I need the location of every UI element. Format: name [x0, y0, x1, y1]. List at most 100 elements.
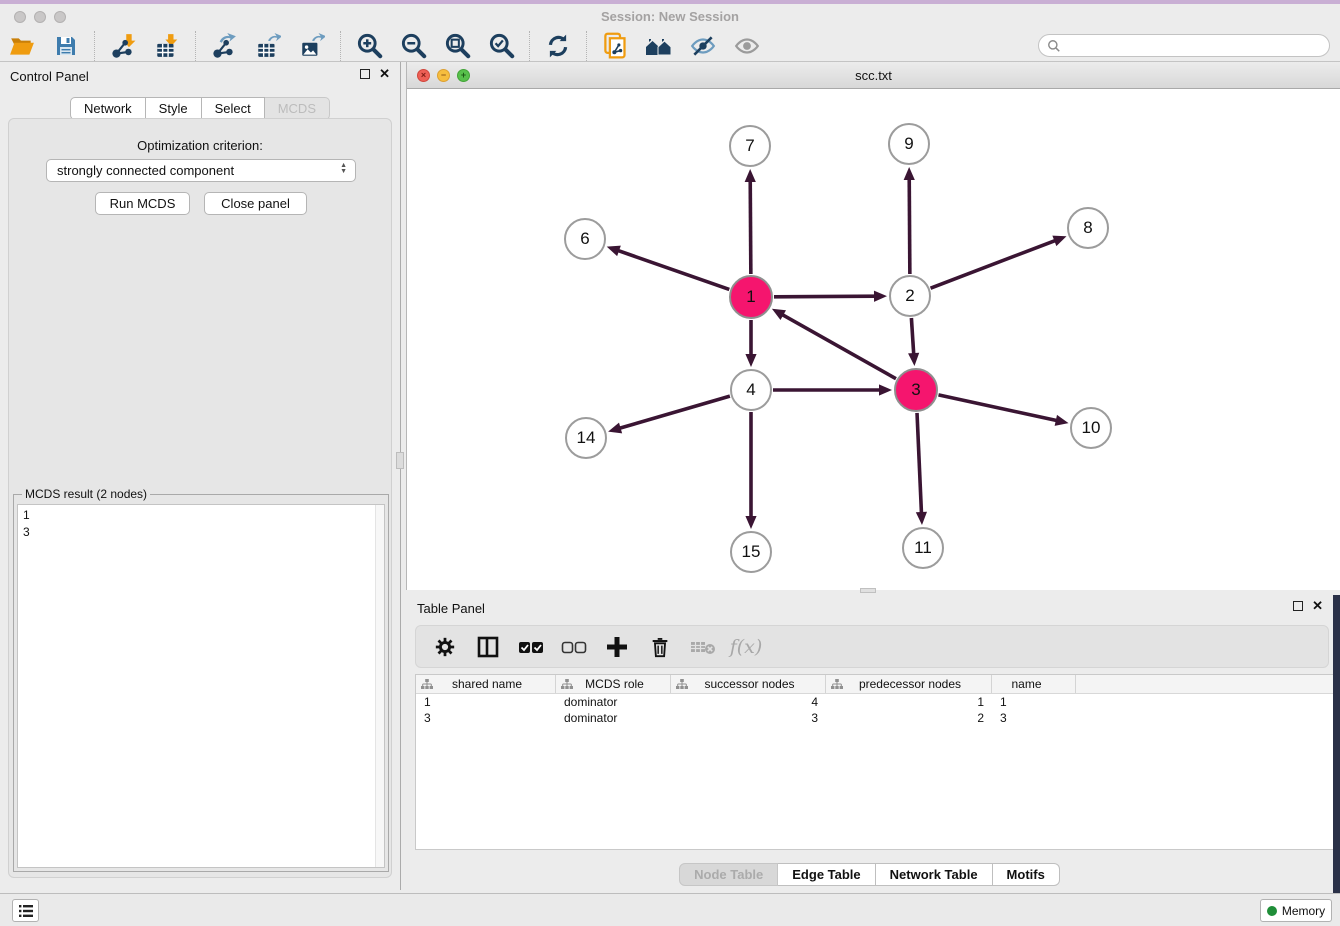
select-all-checkboxes-icon[interactable] — [518, 634, 544, 660]
cell-MCDS-role[interactable]: dominator — [556, 694, 671, 710]
tab-node-table[interactable]: Node Table — [679, 863, 778, 886]
cell-shared-name[interactable]: 3 — [416, 710, 556, 726]
column-header-predecessor-nodes[interactable]: predecessor nodes — [826, 675, 992, 693]
tab-mcds[interactable]: MCDS — [265, 97, 330, 120]
tab-select[interactable]: Select — [202, 97, 265, 120]
arrowhead-4-3 — [879, 384, 892, 395]
node-1[interactable]: 1 — [729, 275, 773, 319]
export-network-icon[interactable] — [209, 32, 239, 60]
export-table-icon[interactable] — [253, 32, 283, 60]
close-table-panel-icon[interactable]: ✕ — [1312, 601, 1323, 611]
node-2[interactable]: 2 — [889, 275, 931, 317]
node-14[interactable]: 14 — [565, 417, 607, 459]
search-box[interactable] — [1038, 34, 1330, 57]
cell-MCDS-role[interactable]: dominator — [556, 710, 671, 726]
search-icon — [1047, 39, 1061, 53]
tab-network[interactable]: Network — [70, 97, 146, 120]
zoom-selected-icon[interactable] — [486, 32, 516, 60]
column-header-MCDS-role[interactable]: MCDS role — [556, 675, 671, 693]
mcds-result-text[interactable]: 13 — [17, 504, 385, 868]
float-panel-icon[interactable] — [360, 69, 370, 79]
panel-splitter[interactable] — [400, 62, 401, 890]
mcds-result-group: MCDS result (2 nodes) 13 — [13, 494, 389, 872]
node-6[interactable]: 6 — [564, 218, 606, 260]
search-input[interactable] — [1066, 39, 1329, 53]
cell-predecessor-nodes[interactable]: 2 — [826, 710, 992, 726]
node-table[interactable]: shared nameMCDS rolesuccessor nodesprede… — [415, 674, 1335, 850]
first-neighbors-icon[interactable] — [644, 32, 674, 60]
edge-1-6[interactable] — [617, 250, 729, 289]
result-scrollbar[interactable] — [375, 505, 384, 867]
cell-name[interactable]: 1 — [992, 694, 1076, 710]
cell-predecessor-nodes[interactable]: 1 — [826, 694, 992, 710]
optimization-criterion-value: strongly connected component — [57, 163, 234, 178]
edge-1-2[interactable] — [774, 296, 876, 297]
node-15[interactable]: 15 — [730, 531, 772, 573]
open-file-icon[interactable] — [7, 32, 37, 60]
network-window-title: scc.txt — [407, 68, 1340, 83]
tab-network-table[interactable]: Network Table — [876, 863, 993, 886]
edge-4-14[interactable] — [619, 396, 730, 428]
node-3[interactable]: 3 — [894, 368, 938, 412]
network-window-titlebar[interactable]: × − + scc.txt — [407, 62, 1340, 89]
zoom-out-icon[interactable] — [398, 32, 428, 60]
column-header-shared-name[interactable]: shared name — [416, 675, 556, 693]
hide-selected-icon[interactable] — [688, 32, 718, 60]
save-session-icon[interactable] — [51, 32, 81, 60]
column-header-successor-nodes[interactable]: successor nodes — [671, 675, 826, 693]
network-resize-handle[interactable] — [860, 588, 876, 593]
arrowhead-4-15 — [745, 516, 756, 529]
node-10[interactable]: 10 — [1070, 407, 1112, 449]
edge-2-9[interactable] — [909, 178, 910, 274]
table-panel: Table Panel ✕ — [406, 595, 1333, 890]
network-canvas[interactable]: 1 2 3 4 6 7 8 9 10 11 14 15 — [407, 89, 1340, 590]
edge-2-8[interactable] — [931, 240, 1057, 288]
delete-column-icon[interactable] — [647, 634, 673, 660]
zoom-in-icon[interactable] — [354, 32, 384, 60]
column-layout-icon[interactable] — [475, 634, 501, 660]
close-panel-icon[interactable]: ✕ — [379, 69, 390, 79]
export-image-icon[interactable] — [297, 32, 327, 60]
cell-successor-nodes[interactable]: 3 — [671, 710, 826, 726]
settings-gear-icon[interactable] — [432, 634, 458, 660]
main-toolbar — [0, 30, 1340, 62]
edge-1-7[interactable] — [750, 180, 751, 274]
table-row[interactable]: 3dominator323 — [416, 710, 1334, 726]
result-line: 3 — [23, 524, 379, 541]
cell-shared-name[interactable]: 1 — [416, 694, 556, 710]
float-table-panel-icon[interactable] — [1293, 601, 1303, 611]
run-mcds-button[interactable]: Run MCDS — [95, 192, 190, 215]
splitter-handle[interactable] — [396, 452, 404, 469]
node-4[interactable]: 4 — [730, 369, 772, 411]
add-column-icon[interactable] — [604, 634, 630, 660]
cell-name[interactable]: 3 — [992, 710, 1076, 726]
tab-motifs[interactable]: Motifs — [993, 863, 1060, 886]
node-8[interactable]: 8 — [1067, 207, 1109, 249]
mcds-result-title: MCDS result (2 nodes) — [22, 487, 150, 501]
cell-successor-nodes[interactable]: 4 — [671, 694, 826, 710]
tab-edge-table[interactable]: Edge Table — [778, 863, 875, 886]
import-table-icon[interactable] — [152, 32, 182, 60]
table-row[interactable]: 1dominator411 — [416, 694, 1334, 710]
graph-svg — [407, 89, 1340, 590]
column-header-name[interactable]: name — [992, 675, 1076, 693]
edge-3-11[interactable] — [917, 413, 921, 514]
deselect-all-checkboxes-icon[interactable] — [561, 634, 587, 660]
edge-2-3[interactable] — [911, 318, 913, 355]
node-9[interactable]: 9 — [888, 123, 930, 165]
zoom-fit-icon[interactable] — [442, 32, 472, 60]
refresh-icon[interactable] — [543, 32, 573, 60]
import-network-icon[interactable] — [108, 32, 138, 60]
node-11[interactable]: 11 — [902, 527, 944, 569]
optimization-criterion-select[interactable]: strongly connected component ▲▼ — [46, 159, 356, 182]
memory-button[interactable]: Memory — [1260, 899, 1332, 922]
edge-3-10[interactable] — [938, 395, 1057, 421]
tab-style[interactable]: Style — [146, 97, 202, 120]
toolbar-separator — [94, 31, 95, 61]
edge-3-1[interactable] — [781, 314, 895, 379]
close-panel-button[interactable]: Close panel — [204, 192, 307, 215]
network-from-selection-icon[interactable] — [600, 32, 630, 60]
control-panel-tabs: NetworkStyleSelectMCDS — [0, 97, 400, 120]
node-7[interactable]: 7 — [729, 125, 771, 167]
task-history-button[interactable] — [12, 899, 39, 922]
